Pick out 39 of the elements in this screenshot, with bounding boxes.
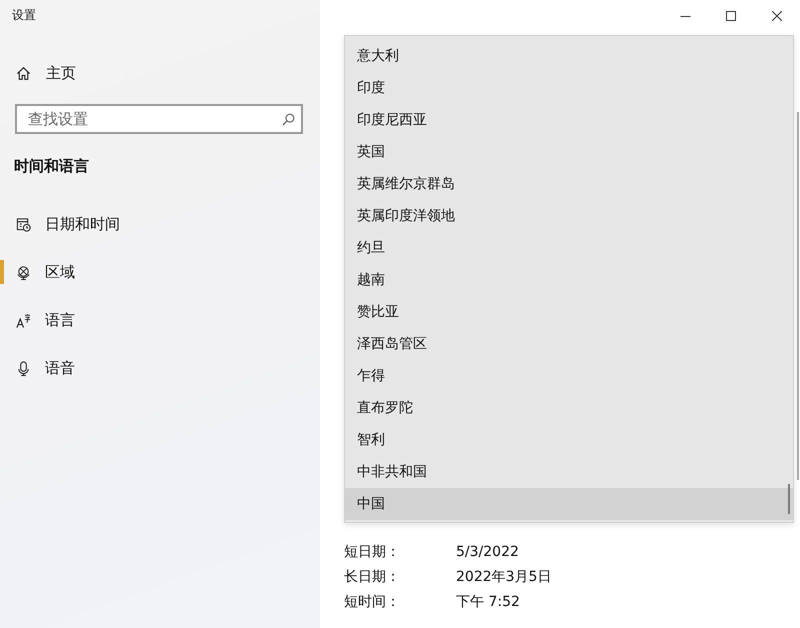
home-icon bbox=[16, 66, 31, 80]
scrollbar-thumb[interactable] bbox=[788, 484, 790, 514]
globe-icon bbox=[16, 264, 31, 280]
dropdown-option[interactable]: 印度尼西亚 bbox=[345, 104, 793, 136]
sidebar-item[interactable]: 区域 bbox=[0, 248, 320, 296]
scrollbar-thumb[interactable] bbox=[797, 112, 799, 480]
section-heading: 时间和语言 bbox=[14, 156, 89, 176]
dropdown-option[interactable]: 英属维尔京群岛 bbox=[345, 168, 793, 200]
format-label: 短时间： bbox=[344, 592, 400, 610]
format-value: 2022年3月5日 bbox=[456, 568, 552, 586]
sidebar-item[interactable]: 语言 bbox=[0, 296, 320, 344]
sidebar-item[interactable]: 日期和时间 bbox=[0, 200, 320, 248]
dropdown-option[interactable]: 乍得 bbox=[345, 360, 793, 392]
language-icon bbox=[16, 312, 31, 328]
dropdown-option[interactable]: 意大利 bbox=[345, 40, 793, 72]
format-value: 下午 7:52 bbox=[456, 592, 520, 610]
dropdown-option[interactable]: 泽西岛管区 bbox=[345, 328, 793, 360]
dropdown-option[interactable]: 约旦 bbox=[345, 232, 793, 264]
dropdown-option[interactable]: 英国 bbox=[345, 136, 793, 168]
dropdown-option[interactable]: 赞比亚 bbox=[345, 296, 793, 328]
search-field[interactable]: 查找设置 bbox=[15, 104, 303, 134]
search-icon[interactable] bbox=[282, 113, 295, 126]
dropdown-option[interactable]: 印度 bbox=[345, 72, 793, 104]
dropdown-option[interactable]: 中国 bbox=[345, 488, 793, 520]
home-link[interactable]: 主页 bbox=[16, 56, 82, 90]
dropdown-option[interactable]: 直布罗陀 bbox=[345, 392, 793, 424]
format-label: 短日期： bbox=[344, 542, 400, 560]
format-label: 长日期： bbox=[344, 568, 400, 586]
dropdown-option[interactable]: 中非共和国 bbox=[345, 456, 793, 488]
close-icon bbox=[772, 11, 782, 21]
dropdown-option[interactable]: 英属印度洋领地 bbox=[345, 200, 793, 232]
maximize-icon bbox=[726, 11, 736, 21]
calendar-clock-icon bbox=[16, 216, 31, 232]
microphone-icon bbox=[16, 360, 31, 376]
window-title: 设置 bbox=[11, 7, 36, 24]
dropdown-option[interactable]: 智利 bbox=[345, 424, 793, 456]
dropdown-option[interactable]: 越南 bbox=[345, 264, 793, 296]
sidebar-item[interactable]: 语音 bbox=[0, 344, 320, 392]
format-value: 5/3/2022 bbox=[456, 542, 519, 560]
